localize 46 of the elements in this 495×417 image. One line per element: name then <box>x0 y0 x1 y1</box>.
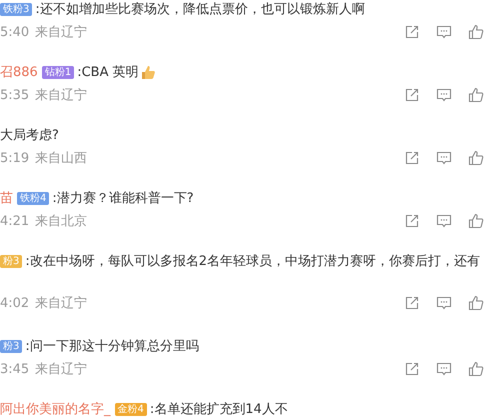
like-icon[interactable] <box>468 24 484 40</box>
like-icon[interactable] <box>468 295 484 311</box>
comment-location: 来自辽宁 <box>35 24 88 41</box>
share-icon[interactable] <box>404 295 420 311</box>
comment-time: 3:45 <box>0 362 30 376</box>
username[interactable]: 阿出你美丽的名字_ <box>0 400 110 417</box>
like-icon[interactable] <box>468 361 484 377</box>
comment-icon[interactable] <box>436 361 452 377</box>
fan-badge: 粉3 <box>0 340 22 352</box>
comment-location: 来自山西 <box>35 150 88 167</box>
comment-location: 来自辽宁 <box>35 295 88 312</box>
username[interactable]: 苗 <box>0 189 13 207</box>
comment-time: 4:02 <box>0 296 30 310</box>
fan-badge: 粉3 <box>0 254 22 268</box>
comment-time: 5:35 <box>0 88 30 102</box>
share-icon[interactable] <box>404 24 420 40</box>
comment-icon[interactable] <box>436 150 452 166</box>
comment-text: :问一下那这十分钟算总分里吗 <box>25 338 199 355</box>
comment-text: :CBA 英明 <box>77 64 139 81</box>
fan-badge: 铁粉3 <box>0 2 32 16</box>
comment-text: :还不如增加些比赛场次，降低点票价，也可以锻炼新人啊 <box>35 1 365 18</box>
share-icon[interactable] <box>404 87 420 103</box>
comment-location: 来自辽宁 <box>35 87 88 104</box>
share-icon[interactable] <box>404 150 420 166</box>
comment-text: :名单还能扩充到14人不 <box>150 401 288 417</box>
comment-location: 来自辽宁 <box>35 361 88 378</box>
comment-icon[interactable] <box>436 295 452 311</box>
like-icon[interactable] <box>468 150 484 166</box>
fan-badge: 金粉4 <box>114 402 147 416</box>
comment-icon[interactable] <box>436 87 452 103</box>
comment-location: 来自北京 <box>35 213 88 230</box>
share-icon[interactable] <box>404 213 420 229</box>
comment-time: 5:40 <box>0 24 30 40</box>
comment-text: 大局考虑? <box>0 127 59 144</box>
comment-icon[interactable] <box>436 213 452 229</box>
comment-text: :潜力赛？谁能科普一下? <box>52 190 194 207</box>
fan-badge: 铁粉4 <box>17 192 50 204</box>
like-icon[interactable] <box>468 213 484 229</box>
share-icon[interactable] <box>404 361 420 377</box>
comment-text: :改在中场呀，每队可以多报名2名年轻球员，中场打潜力赛呀，你赛后打，还有 <box>25 253 480 270</box>
comment-time: 4:21 <box>0 214 30 228</box>
comment-icon[interactable] <box>436 24 452 40</box>
fan-badge: 钻粉1 <box>42 66 74 78</box>
like-icon[interactable] <box>468 87 484 103</box>
username[interactable]: 召886 <box>0 63 38 81</box>
comment-time: 5:19 <box>0 150 30 166</box>
